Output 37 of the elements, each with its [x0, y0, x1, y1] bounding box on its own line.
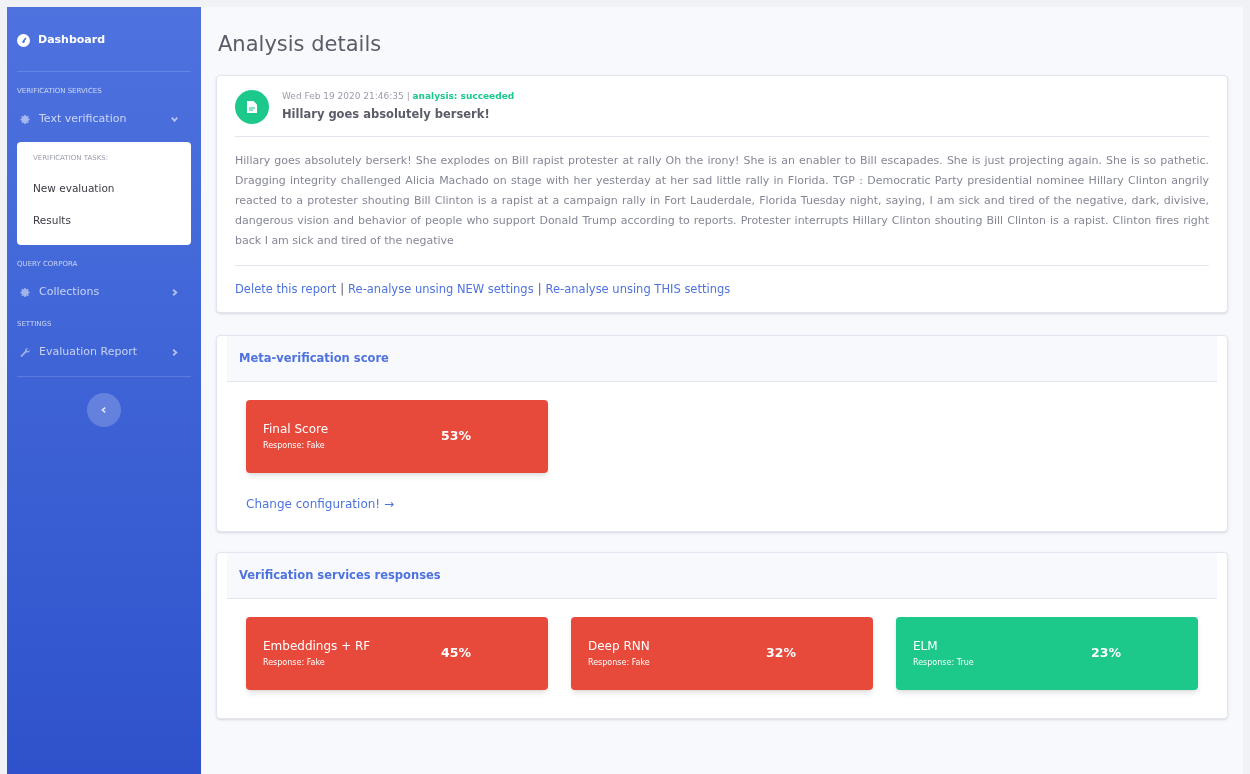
separator: | — [340, 280, 345, 298]
score-value: 45% — [441, 643, 471, 662]
dashboard-icon — [17, 33, 30, 47]
score-value: 23% — [1091, 643, 1121, 662]
report-title: Hillary goes absolutely berserk! — [282, 105, 491, 123]
nav-item[interactable]: Evaluation Report — [17, 339, 191, 366]
score-name: Embeddings + RF — [263, 638, 372, 656]
score-name: Final Score — [263, 421, 330, 439]
action-link[interactable]: Re-analyse unsing THIS settings — [545, 280, 731, 298]
card-title: Meta-verification score — [239, 349, 389, 367]
wrench-icon — [20, 347, 31, 358]
score-name: ELM — [913, 638, 939, 656]
submenu-item[interactable]: Results — [33, 204, 175, 237]
score-response: Response: Fake — [263, 657, 326, 670]
separator: | — [537, 280, 542, 298]
nav-item[interactable]: Collections — [17, 279, 191, 305]
configuration-link[interactable]: Change configuration! → — [246, 494, 1198, 513]
sidebar-toggle-button[interactable] — [87, 392, 121, 427]
score-response: Response: Fake — [263, 440, 326, 453]
action-link[interactable]: Re-analyse unsing NEW settings — [348, 280, 534, 298]
page-title: Analysis details — [218, 31, 383, 58]
score-response: Response: True — [913, 657, 975, 670]
score-response: Response: Fake — [588, 657, 651, 670]
document-icon — [235, 89, 269, 124]
score-value: 32% — [766, 643, 796, 662]
submenu-item[interactable]: New evaluation — [33, 172, 175, 205]
score-value: 53% — [441, 426, 471, 445]
gear-icon — [20, 286, 31, 298]
score-name: Deep RNN — [588, 638, 651, 656]
nav-item[interactable]: Text verification — [17, 106, 191, 132]
chevron-left-icon — [100, 405, 108, 414]
report-timestamp: Wed Feb 19 2020 21:46:35 | analysis: succeeded — [282, 90, 515, 104]
report-text: Hillary goes absolutely berserk! She explodes on Bill rapist protester at rally Oh the irony! She is an enabler to Bill escapades. She is just projecting again. She is so pathetic. Dragging integrity challenged Alicia Machado on stage with her yesterday at her sad little rally in Florida. TGP : Democratic Party presidential nominee Hillary Clinton angrily reacted to a protester shouting Bill Clinton is a rapist at a campaign rally in Fort Lauderdale, Florida Tuesday night, saying, I am sick and tired of the negative, dark, divisive, dangerous vision and behavior of people who support Donald Trump according to reports. Protester interrupts Hillary Clinton shouting Bill Clinton is a rapist. Clinton fires right back I am sick and tired of the negative — [235, 136, 1209, 266]
card-title: Verification services responses — [239, 566, 441, 584]
action-link[interactable]: Delete this report — [235, 280, 337, 298]
dashboard-link[interactable]: Dashboard — [38, 32, 106, 49]
gear-icon — [20, 113, 31, 125]
